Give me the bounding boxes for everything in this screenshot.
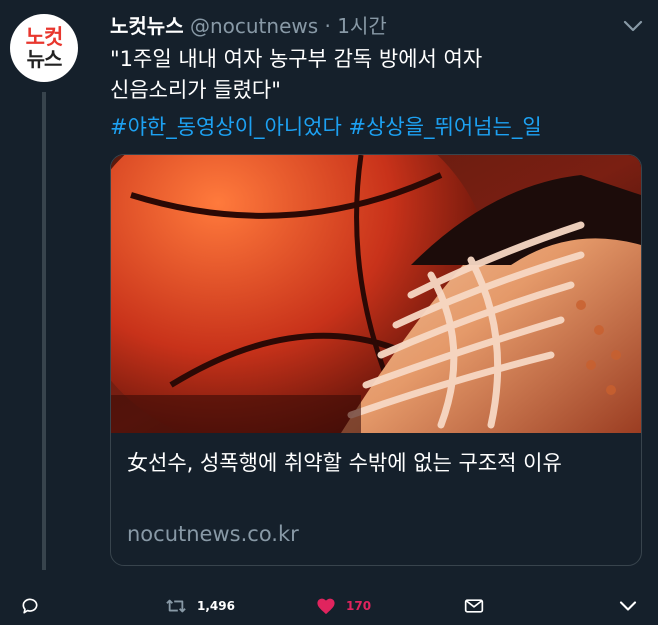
tweet-text: "1주일 내내 여자 농구부 감독 방에서 여자 신음소리가 들렸다"	[110, 44, 640, 106]
thread-line	[42, 92, 46, 570]
tweet[interactable]: 노컷 뉴스 노컷뉴스 @nocutnews · 1시간 "1주일 내내 여자 농…	[0, 0, 658, 625]
hashtag-link[interactable]: #야한_동영상이_아니었다	[110, 115, 342, 139]
avatar[interactable]: 노컷 뉴스	[10, 14, 78, 82]
avatar-logo-line2: 뉴스	[26, 47, 63, 71]
tweet-timestamp[interactable]: 1시간	[337, 14, 387, 38]
like-count: 170	[346, 599, 372, 613]
retweet-count: 1,496	[197, 599, 235, 613]
link-card[interactable]: 女선수, 성폭행에 취약할 수밖에 없는 구조적 이유 nocutnews.co…	[110, 154, 642, 566]
chevron-down-icon	[619, 601, 637, 611]
retweet-button[interactable]: 1,496	[165, 590, 235, 622]
card-title: 女선수, 성폭행에 취약할 수밖에 없는 구조적 이유	[127, 451, 562, 475]
chevron-down-icon[interactable]	[622, 18, 644, 34]
like-button[interactable]: 170	[316, 590, 371, 622]
reply-icon	[22, 598, 38, 614]
direct-message-button[interactable]	[464, 590, 484, 622]
tweet-text-line: 신음소리가 들렸다"	[110, 78, 281, 102]
tweet-text-line: "1주일 내내 여자 농구부 감독 방에서 여자	[110, 47, 483, 71]
author-handle[interactable]: @nocutnews	[190, 14, 318, 38]
retweet-icon	[166, 599, 186, 613]
hashtag-link[interactable]: #상상을_뛰어넘는_일	[348, 115, 541, 139]
card-image	[111, 155, 641, 433]
tweet-header: 노컷뉴스 @nocutnews · 1시간	[110, 12, 387, 40]
mail-icon	[464, 599, 484, 613]
tweet-actions: 1,496 170	[0, 590, 658, 622]
heart-icon	[317, 598, 335, 615]
more-options-button[interactable]	[618, 590, 638, 622]
separator-dot: ·	[324, 14, 331, 38]
card-domain: nocutnews.co.kr	[127, 522, 299, 546]
avatar-logo-line1: 노컷	[25, 25, 64, 49]
hashtags: #야한_동영상이_아니었다 #상상을_뛰어넘는_일	[110, 112, 542, 143]
author-name[interactable]: 노컷뉴스	[110, 14, 184, 38]
reply-button[interactable]	[20, 590, 40, 622]
